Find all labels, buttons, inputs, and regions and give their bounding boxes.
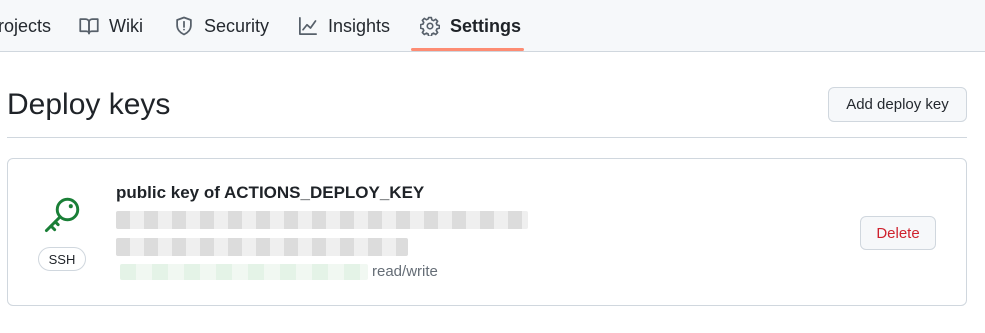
book-icon [79,16,99,36]
tab-security[interactable]: Security [174,0,269,52]
page-title: Deploy keys [7,88,171,121]
graph-icon [298,16,318,36]
deploy-key-item: SSH public key of ACTIONS_DEPLOY_KEY rea… [7,158,967,306]
repo-nav: rojects Wiki Security Insights Settings [0,0,985,52]
shield-icon [174,16,194,36]
key-access: read/write [372,263,438,280]
delete-key-button[interactable]: Delete [860,216,936,250]
redacted-last-used [120,264,368,281]
redacted-fingerprint [116,211,528,229]
header-divider [7,137,967,138]
tab-projects-label: rojects [0,15,52,36]
redacted-added-info [116,238,408,256]
add-deploy-key-button[interactable]: Add deploy key [828,87,967,122]
key-type-badge: SSH [38,247,86,271]
key-meta: read/write [116,263,438,281]
gear-icon [420,16,440,36]
tab-security-label: Security [204,15,270,36]
tab-wiki[interactable]: Wiki [79,0,143,52]
tab-settings-label: Settings [450,15,522,36]
tab-wiki-label: Wiki [109,15,143,36]
tab-settings[interactable]: Settings [420,0,521,52]
tab-insights-label: Insights [328,15,391,36]
key-title: public key of ACTIONS_DEPLOY_KEY [116,183,425,202]
tab-insights[interactable]: Insights [298,0,390,52]
key-icon [40,193,84,237]
active-tab-indicator [411,48,524,51]
tab-projects[interactable]: rojects [0,0,51,52]
